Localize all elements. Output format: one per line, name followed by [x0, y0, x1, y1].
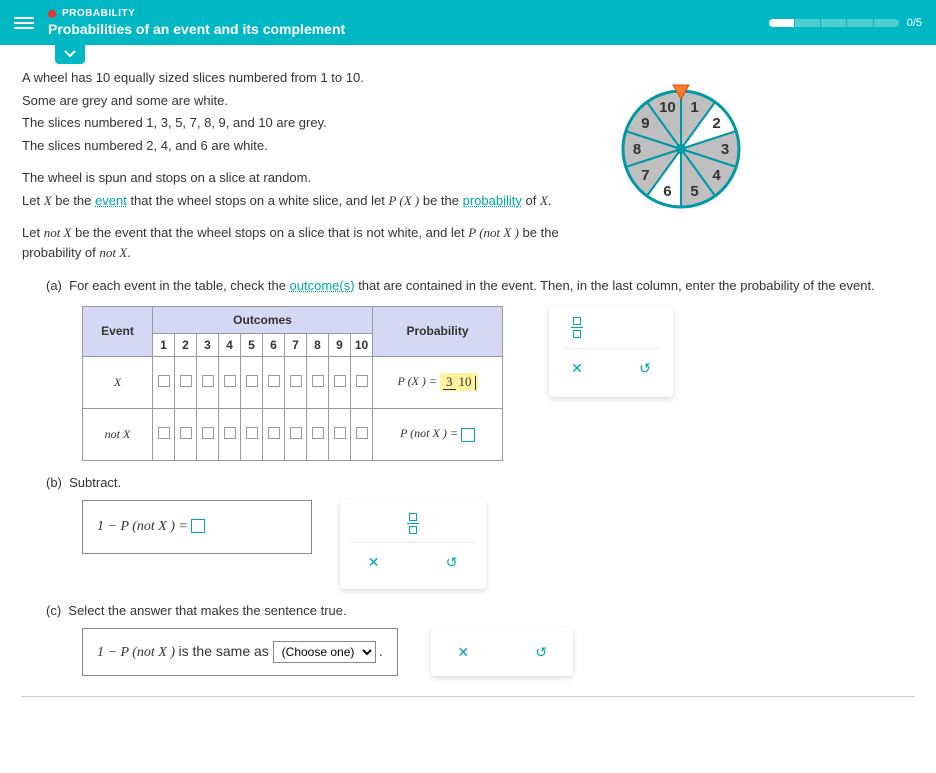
subtract-expression: 1 − P (not X ) = [82, 500, 312, 554]
checkbox[interactable] [180, 375, 192, 387]
app-header: PROBABILITY Probabilities of an event an… [0, 0, 936, 45]
checkbox[interactable] [290, 427, 302, 439]
checkbox[interactable] [268, 375, 280, 387]
partc-sentence: 1 − P (not X ) is the same as (Choose on… [82, 628, 398, 676]
progress-bar [769, 19, 899, 27]
checkbox[interactable] [334, 427, 346, 439]
checkbox[interactable] [202, 427, 214, 439]
checkbox[interactable] [224, 427, 236, 439]
tool-panel-c: ✕ ↺ [431, 628, 573, 676]
svg-text:8: 8 [633, 141, 641, 158]
col-num: 9 [329, 333, 351, 356]
checkbox[interactable] [356, 427, 368, 439]
progress-widget: 0/5 [769, 17, 922, 29]
checkbox[interactable] [202, 375, 214, 387]
header-text: PROBABILITY Probabilities of an event an… [48, 8, 345, 37]
svg-text:2: 2 [712, 115, 720, 132]
hdr-probability: Probability [373, 306, 503, 356]
progress-text: 0/5 [907, 17, 922, 29]
checkbox[interactable] [312, 427, 324, 439]
col-num: 4 [219, 333, 241, 356]
outcomes-table: Event Outcomes Probability 12345678910 X… [82, 306, 503, 461]
svg-text:7: 7 [641, 167, 649, 184]
undo-button[interactable]: ↺ [527, 638, 555, 666]
close-button[interactable]: ✕ [563, 355, 591, 383]
tool-panel-a: ✕ ↺ [549, 306, 673, 397]
dropdown-tab[interactable] [55, 44, 936, 64]
close-button[interactable]: ✕ [360, 549, 388, 577]
checkbox[interactable] [356, 375, 368, 387]
answer-select[interactable]: (Choose one) [273, 641, 376, 663]
spinner-wheel: 12345 6789 10 [606, 74, 756, 227]
col-num: 1 [153, 333, 175, 356]
col-num: 5 [241, 333, 263, 356]
fraction-tool-icon[interactable] [563, 314, 591, 342]
undo-button[interactable]: ↺ [631, 355, 659, 383]
checkbox[interactable] [158, 427, 170, 439]
row-X-label: X [83, 356, 153, 408]
svg-text:1: 1 [690, 99, 698, 116]
bottom-divider [22, 696, 914, 697]
row-notX-label: not X [83, 408, 153, 460]
checkbox[interactable] [312, 375, 324, 387]
tool-panel-b: ✕ ↺ [340, 500, 486, 589]
prob-X-cell[interactable]: P (X ) = 310 [373, 356, 503, 408]
undo-button[interactable]: ↺ [438, 549, 466, 577]
term-outcomes[interactable]: outcome(s) [290, 278, 355, 293]
hamburger-icon[interactable] [14, 14, 34, 32]
checkbox[interactable] [246, 375, 258, 387]
chevron-down-icon[interactable] [55, 44, 85, 64]
checkbox[interactable] [334, 375, 346, 387]
svg-text:3: 3 [721, 141, 729, 158]
svg-text:9: 9 [641, 115, 649, 132]
prob-notX-cell[interactable]: P (not X ) = [373, 408, 503, 460]
col-num: 3 [197, 333, 219, 356]
category-label: PROBABILITY [62, 8, 135, 19]
checkbox[interactable] [290, 375, 302, 387]
svg-text:4: 4 [712, 167, 721, 184]
hdr-outcomes: Outcomes [153, 306, 373, 333]
svg-text:10: 10 [659, 99, 676, 116]
checkbox[interactable] [180, 427, 192, 439]
part-b: (b) Subtract. [46, 475, 914, 490]
term-probability[interactable]: probability [463, 193, 522, 208]
answer-input[interactable] [191, 519, 205, 533]
hdr-event: Event [83, 306, 153, 356]
part-c: (c) Select the answer that makes the sen… [46, 603, 914, 618]
checkbox[interactable] [268, 427, 280, 439]
col-num: 10 [351, 333, 373, 356]
checkbox[interactable] [158, 375, 170, 387]
close-button[interactable]: ✕ [449, 638, 477, 666]
checkbox[interactable] [224, 375, 236, 387]
problem-statement: A wheel has 10 equally sized slices numb… [22, 68, 562, 262]
part-a: (a) For each event in the table, check t… [46, 276, 914, 296]
answer-input[interactable] [461, 428, 475, 442]
col-num: 6 [263, 333, 285, 356]
term-event[interactable]: event [95, 193, 127, 208]
fraction-tool-icon[interactable] [399, 510, 427, 538]
page-title: Probabilities of an event and its comple… [48, 21, 345, 37]
svg-text:5: 5 [690, 183, 698, 200]
status-dot-icon [48, 10, 56, 18]
col-num: 8 [307, 333, 329, 356]
col-num: 7 [285, 333, 307, 356]
svg-text:6: 6 [663, 183, 671, 200]
col-num: 2 [175, 333, 197, 356]
checkbox[interactable] [246, 427, 258, 439]
